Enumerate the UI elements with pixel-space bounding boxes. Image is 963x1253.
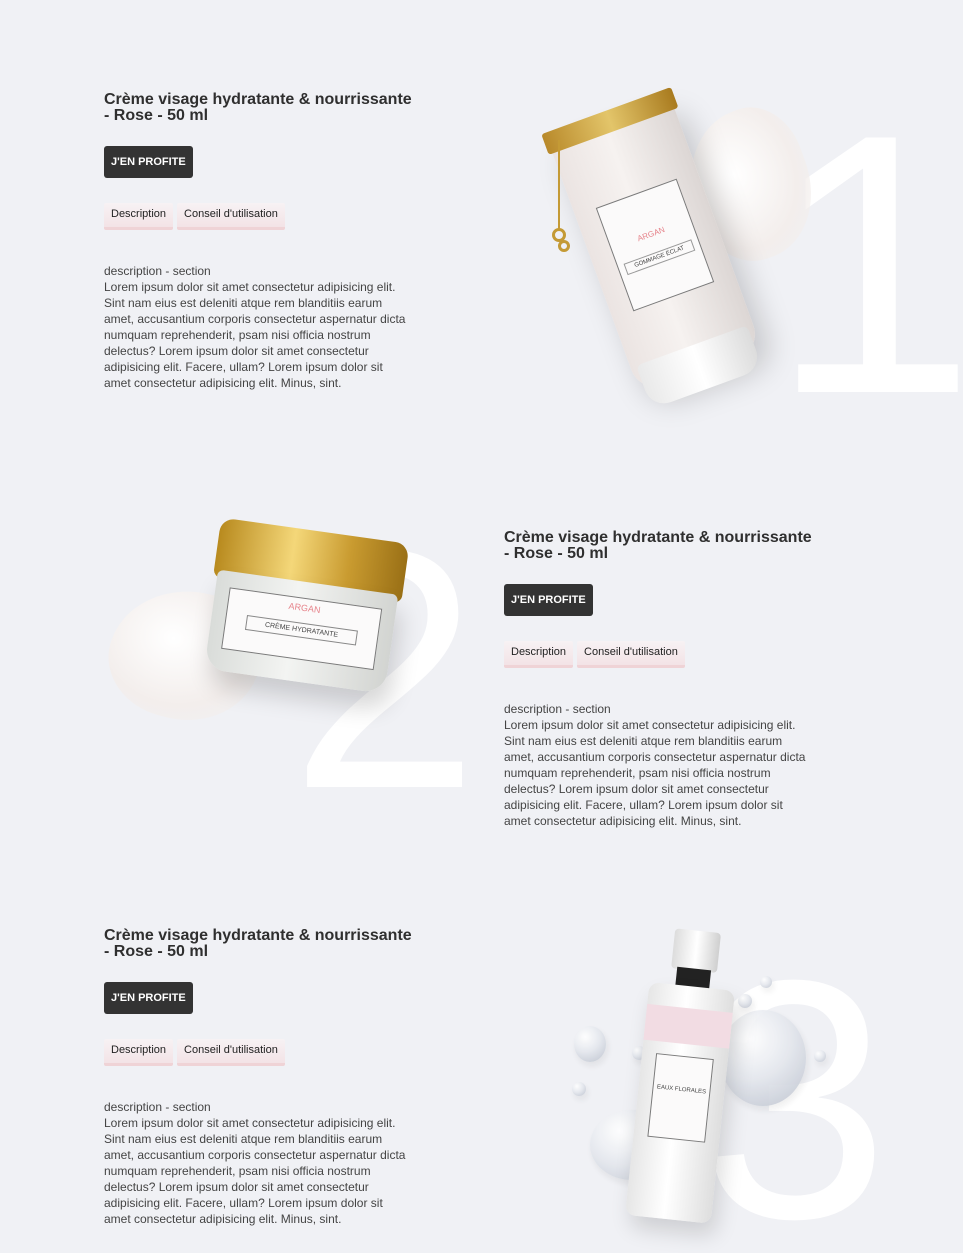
jar: ARGAN CRÈME HYDRATANTE bbox=[200, 517, 410, 694]
tab-description[interactable]: Description bbox=[504, 641, 574, 668]
water-drop bbox=[574, 1026, 606, 1062]
tab-usage-advice[interactable]: Conseil d'utilisation bbox=[577, 641, 685, 668]
product-title: Crème visage hydratante & nourrissante -… bbox=[504, 529, 812, 562]
product-info-2: Crème visage hydratante & nourrissante -… bbox=[504, 530, 814, 829]
product-section-3: 3 EAUX FLORALES Crème visage hydratante … bbox=[0, 860, 963, 1253]
product-tabs: Description Conseil d'utilisation bbox=[504, 641, 814, 668]
water-drop bbox=[572, 1082, 586, 1096]
product-image-bottle: EAUX FLORALES bbox=[560, 920, 840, 1253]
water-drop bbox=[738, 994, 752, 1008]
tab-description[interactable]: Description bbox=[104, 1039, 174, 1066]
tube-label: ARGAN GOMMAGE ÉCLAT bbox=[595, 178, 715, 312]
description-heading: description - section bbox=[104, 264, 211, 278]
description-text: Lorem ipsum dolor sit amet consectetur a… bbox=[504, 718, 806, 828]
water-drop bbox=[814, 1050, 826, 1062]
bottle-label: EAUX FLORALES bbox=[647, 1053, 714, 1143]
bottle-pattern-band bbox=[643, 1003, 733, 1049]
product-tabs: Description Conseil d'utilisation bbox=[104, 1039, 414, 1066]
product-info-3: Crème visage hydratante & nourrissante -… bbox=[104, 928, 414, 1227]
product-title: Crème visage hydratante & nourrissante -… bbox=[104, 91, 412, 124]
product-section-1: 1 ARGAN GOMMAGE ÉCLAT Crème visage hydra… bbox=[0, 0, 963, 450]
product-image-tube: ARGAN GOMMAGE ÉCLAT bbox=[520, 87, 833, 420]
product-title: Crème visage hydratante & nourrissante -… bbox=[104, 927, 412, 960]
jar-label-name: CRÈME HYDRATANTE bbox=[244, 615, 358, 646]
tab-usage-advice[interactable]: Conseil d'utilisation bbox=[177, 1039, 285, 1066]
cta-button[interactable]: J'EN PROFITE bbox=[104, 982, 193, 1014]
description-heading: description - section bbox=[104, 1100, 211, 1114]
description-heading: description - section bbox=[504, 702, 611, 716]
bottle-body: EAUX FLORALES bbox=[625, 981, 736, 1224]
cta-button[interactable]: J'EN PROFITE bbox=[504, 584, 593, 616]
description-text: Lorem ipsum dolor sit amet consectetur a… bbox=[104, 280, 406, 390]
product-image-jar: ARGAN CRÈME HYDRATANTE bbox=[95, 517, 410, 760]
tube-cap bbox=[636, 325, 763, 409]
tab-description[interactable]: Description bbox=[104, 203, 174, 230]
spray-bottle: EAUX FLORALES bbox=[625, 926, 741, 1224]
product-tabs: Description Conseil d'utilisation bbox=[104, 203, 414, 230]
product-info-1: Crème visage hydratante & nourrissante -… bbox=[104, 92, 414, 391]
bottle-label-brand: EAUX FLORALES bbox=[656, 1084, 707, 1096]
gold-charm bbox=[550, 140, 570, 260]
description-text: Lorem ipsum dolor sit amet consectetur a… bbox=[104, 1116, 406, 1226]
tab-usage-advice[interactable]: Conseil d'utilisation bbox=[177, 203, 285, 230]
water-drop bbox=[720, 1010, 806, 1106]
product-section-2: 2 ARGAN CRÈME HYDRATANTE Crème visage hy… bbox=[0, 440, 963, 860]
cta-button[interactable]: J'EN PROFITE bbox=[104, 146, 193, 178]
jar-label: ARGAN CRÈME HYDRATANTE bbox=[221, 587, 383, 671]
water-drop bbox=[760, 976, 772, 988]
